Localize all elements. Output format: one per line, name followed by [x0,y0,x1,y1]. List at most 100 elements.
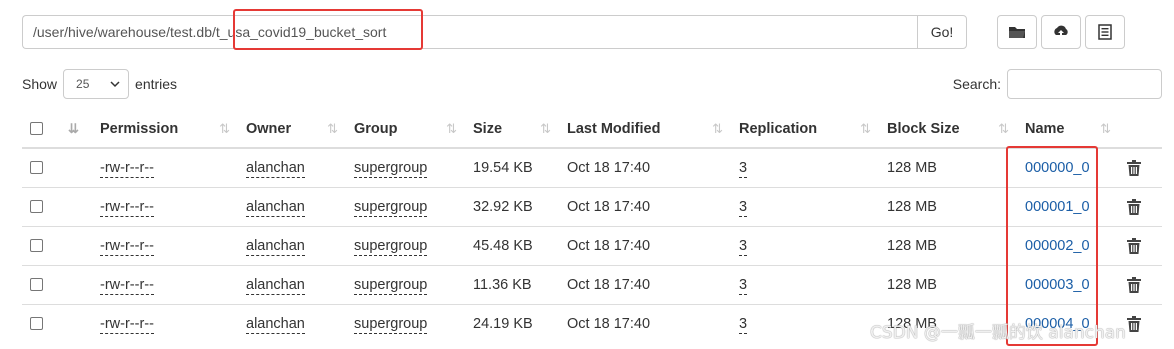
folder-button[interactable] [997,15,1037,49]
sort-icon: ⇅ [712,120,723,136]
sort-header[interactable]: ⇊ [60,110,92,149]
empty-cell [60,303,92,343]
file-table: ⇊ Permission ⇅ Owner ⇅ Group ⇅ Size ⇅ Last M… [22,110,1162,343]
empty-cell [60,225,92,265]
owner-cell: alanchan [238,148,346,187]
owner-cell: alanchan [238,303,346,343]
column-label: Last Modified [567,120,661,137]
owner-cell: alanchan [238,186,346,226]
column-label: Size [473,120,503,137]
permission-link[interactable]: -rw-r--r-- [100,315,154,334]
page-size-value: 25 [76,77,90,91]
trash-icon[interactable] [1127,159,1141,176]
trash-icon[interactable] [1127,237,1141,254]
row-checkbox[interactable] [30,161,43,175]
sort-icon: ⇅ [219,120,230,136]
table-row: -rw-r--r-- alanchan supergroup 19.54 KB … [22,148,1162,187]
list-button[interactable] [1085,15,1125,49]
table-row: -rw-r--r-- alanchan supergroup 32.92 KB … [22,186,1162,226]
replication-cell: 3 [731,264,879,304]
empty-cell [60,264,92,304]
column-owner[interactable]: Owner ⇅ [238,110,346,149]
column-replication[interactable]: Replication ⇅ [731,110,879,149]
highlight-box-names [1006,146,1098,346]
actions-header [1119,110,1162,149]
group-link[interactable]: supergroup [354,198,428,217]
group-link[interactable]: supergroup [354,276,428,295]
size-cell: 45.48 KB [465,225,559,265]
column-permission[interactable]: Permission ⇅ [92,110,238,149]
search-input[interactable] [1007,69,1162,99]
upload-icon [1054,25,1068,38]
column-block-size[interactable]: Block Size ⇅ [879,110,1017,149]
size-cell: 19.54 KB [473,159,533,176]
owner-cell: alanchan [238,264,346,304]
column-label: Permission [100,120,179,137]
sort-icon: ⇅ [540,120,551,136]
table-header-row: ⇊ Permission ⇅ Owner ⇅ Group ⇅ Size ⇅ Last M… [22,110,1162,149]
search-label: Search: [952,76,1001,92]
trash-icon[interactable] [1127,315,1141,332]
group-link[interactable]: supergroup [354,237,428,256]
owner-link[interactable]: alanchan [246,315,305,334]
group-cell: supergroup [346,225,465,265]
group-cell: supergroup [346,148,465,187]
highlight-box-path [233,9,423,50]
select-all-checkbox[interactable] [30,122,43,136]
modified-cell: Oct 18 17:40 [567,159,651,176]
page-size-select[interactable]: 25 [63,69,130,99]
row-checkbox[interactable] [30,239,43,253]
owner-link[interactable]: alanchan [246,159,305,178]
column-label: Group [354,120,398,137]
replication-link[interactable]: 3 [739,198,748,217]
permission-link[interactable]: -rw-r--r-- [100,237,154,256]
row-checkbox[interactable] [30,278,43,292]
column-group[interactable]: Group ⇅ [346,110,465,149]
modified-cell: Oct 18 17:40 [559,225,731,265]
trash-icon[interactable] [1127,198,1141,215]
group-link[interactable]: supergroup [354,159,428,178]
upload-button[interactable] [1041,15,1081,49]
table-row: -rw-r--r-- alanchan supergroup 11.36 KB … [22,264,1162,304]
sort-amount-icon: ⇊ [68,120,79,136]
row-checkbox-cell [22,148,60,187]
permission-link[interactable]: -rw-r--r-- [100,198,154,217]
size-cell: 24.19 KB [465,303,559,343]
owner-link[interactable]: alanchan [246,198,305,217]
permission-cell: -rw-r--r-- [92,225,238,265]
column-label: Block Size [887,120,960,137]
permission-link[interactable]: -rw-r--r-- [100,159,154,178]
replication-cell: 3 [731,303,879,343]
group-cell: supergroup [346,264,465,304]
go-button[interactable]: Go! [917,15,967,49]
path-input[interactable]: /user/hive/warehouse/test.db/t_usa_covid… [22,15,917,49]
permission-link[interactable]: -rw-r--r-- [100,276,154,295]
column-last-modified[interactable]: Last Modified ⇅ [559,110,731,149]
trash-icon[interactable] [1127,276,1141,293]
row-checkbox-cell [22,186,60,226]
owner-link[interactable]: alanchan [246,237,305,256]
size-cell: 11.36 KB [465,264,559,304]
select-all-header [22,110,60,149]
replication-link[interactable]: 3 [739,276,748,295]
permission-cell: -rw-r--r-- [92,186,238,226]
replication-cell: 3 [731,148,879,187]
replication-link[interactable]: 3 [739,159,748,178]
column-size[interactable]: Size ⇅ [465,110,559,149]
replication-link[interactable]: 3 [739,237,748,256]
sort-icon: ⇅ [446,120,457,136]
modified-cell: Oct 18 17:40 [559,186,731,226]
group-cell: supergroup [346,186,465,226]
replication-link[interactable]: 3 [739,315,748,334]
owner-link[interactable]: alanchan [246,276,305,295]
column-label: Owner [246,120,292,137]
row-checkbox-cell [22,303,60,343]
permission-cell: -rw-r--r-- [92,148,238,187]
group-cell: supergroup [346,303,465,343]
group-link[interactable]: supergroup [354,315,428,334]
replication-cell: 3 [731,225,879,265]
delete-cell [1119,148,1162,187]
column-name[interactable]: Name ⇅ [1017,110,1119,149]
row-checkbox[interactable] [30,317,43,331]
row-checkbox[interactable] [30,200,43,214]
